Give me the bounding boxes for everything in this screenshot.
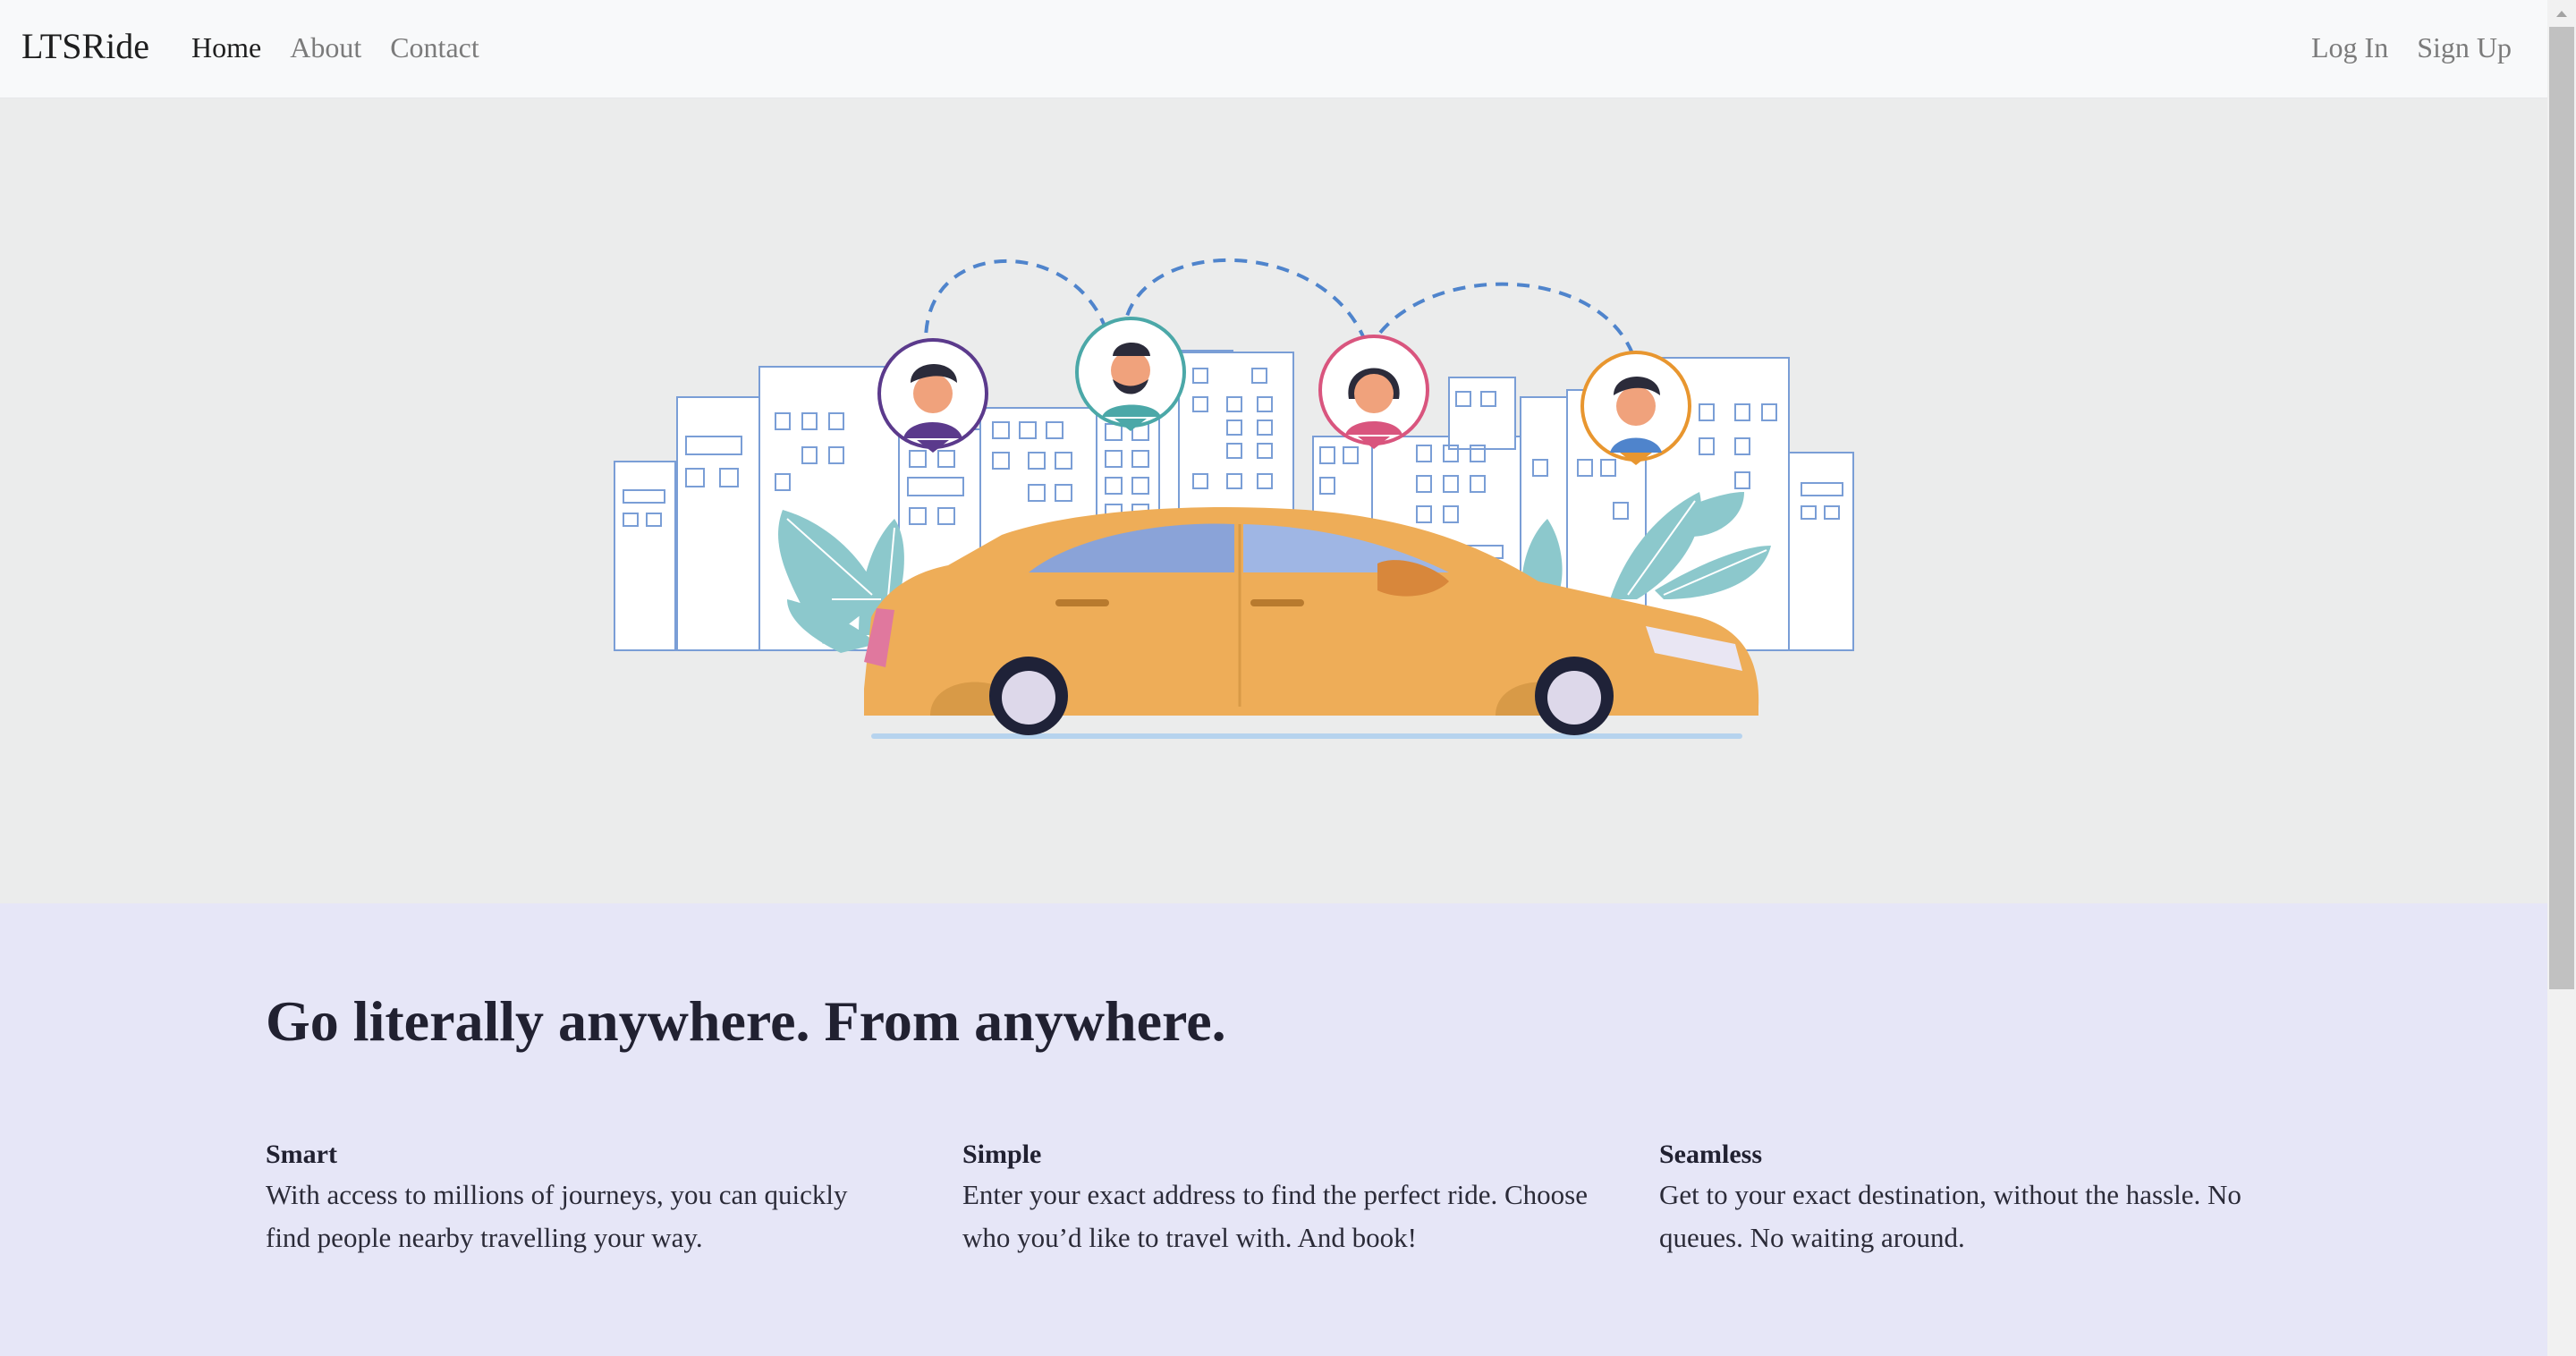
page: LTSRide Home About Contact Log In Sign U… xyxy=(0,0,2547,1356)
avatar-pin-3 xyxy=(1318,335,1429,449)
login-link[interactable]: Log In xyxy=(2311,27,2388,68)
chevron-up-icon[interactable] xyxy=(2547,0,2576,27)
nav-links: Home About Contact xyxy=(191,27,508,68)
feature-description: Get to your exact destination, without t… xyxy=(1659,1179,2241,1253)
city-taxi-illustration xyxy=(614,258,1854,739)
nav-about-link[interactable]: About xyxy=(290,27,361,68)
feature-title: Simple xyxy=(962,1140,1042,1169)
auth-links: Log In Sign Up xyxy=(2283,27,2512,68)
scrollbar-thumb[interactable] xyxy=(2549,27,2574,989)
feature-title: Seamless xyxy=(1659,1140,1762,1169)
nav-contact-link[interactable]: Contact xyxy=(390,27,479,68)
feature-description: With access to millions of journeys, you… xyxy=(266,1179,848,1253)
vertical-scrollbar[interactable] xyxy=(2547,0,2576,1356)
nav-home-link[interactable]: Home xyxy=(191,27,261,68)
features-section: Go literally anywhere. From anywhere. Sm… xyxy=(0,903,2547,1356)
features-headline: Go literally anywhere. From anywhere. xyxy=(266,989,1226,1053)
navbar: LTSRide Home About Contact Log In Sign U… xyxy=(0,0,2547,98)
feature-description: Enter your exact address to find the per… xyxy=(962,1179,1588,1253)
hero-section xyxy=(0,98,2547,903)
feature-simple: Simple Enter your exact address to find … xyxy=(962,1136,1589,1259)
feature-seamless: Seamless Get to your exact destination, … xyxy=(1659,1136,2285,1259)
feature-title: Smart xyxy=(266,1140,337,1169)
route-lines xyxy=(924,258,1639,368)
feature-smart: Smart With access to millions of journey… xyxy=(266,1136,892,1259)
brand-logo[interactable]: LTSRide xyxy=(21,23,149,70)
signup-link[interactable]: Sign Up xyxy=(2417,27,2512,68)
